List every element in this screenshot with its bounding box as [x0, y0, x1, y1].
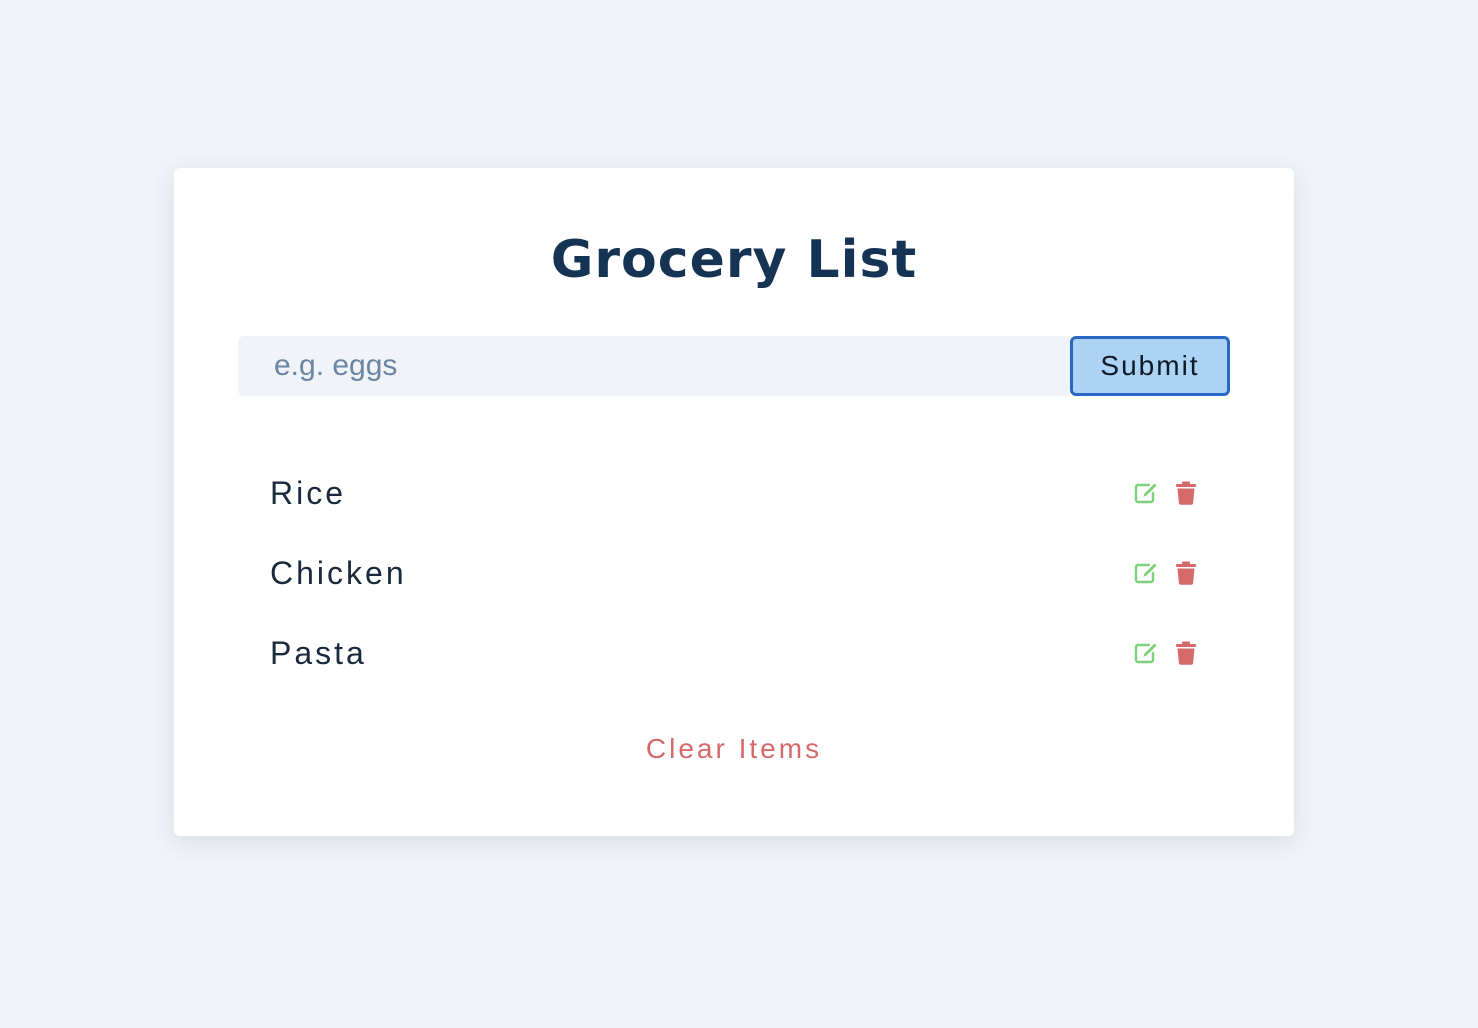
grocery-list: Rice Chicken Pasta	[270, 453, 1198, 693]
item-actions	[1134, 641, 1198, 665]
item-name: Rice	[270, 474, 347, 511]
item-name: Chicken	[270, 554, 407, 591]
trash-icon[interactable]	[1174, 641, 1198, 665]
trash-icon[interactable]	[1174, 561, 1198, 585]
clear-items-button[interactable]: Clear Items	[174, 728, 1294, 770]
edit-icon[interactable]	[1134, 641, 1158, 665]
grocery-form: Submit	[238, 336, 1230, 396]
grocery-card: Grocery List Submit Rice	[174, 168, 1294, 836]
edit-icon[interactable]	[1134, 481, 1158, 505]
item-actions	[1134, 481, 1198, 505]
list-item: Pasta	[270, 613, 1198, 693]
grocery-input[interactable]	[238, 336, 1070, 396]
list-item: Chicken	[270, 533, 1198, 613]
item-actions	[1134, 561, 1198, 585]
item-name: Pasta	[270, 634, 367, 671]
edit-icon[interactable]	[1134, 561, 1158, 585]
page-title: Grocery List	[550, 230, 918, 290]
submit-button[interactable]: Submit	[1070, 336, 1230, 396]
list-item: Rice	[270, 453, 1198, 533]
trash-icon[interactable]	[1174, 481, 1198, 505]
